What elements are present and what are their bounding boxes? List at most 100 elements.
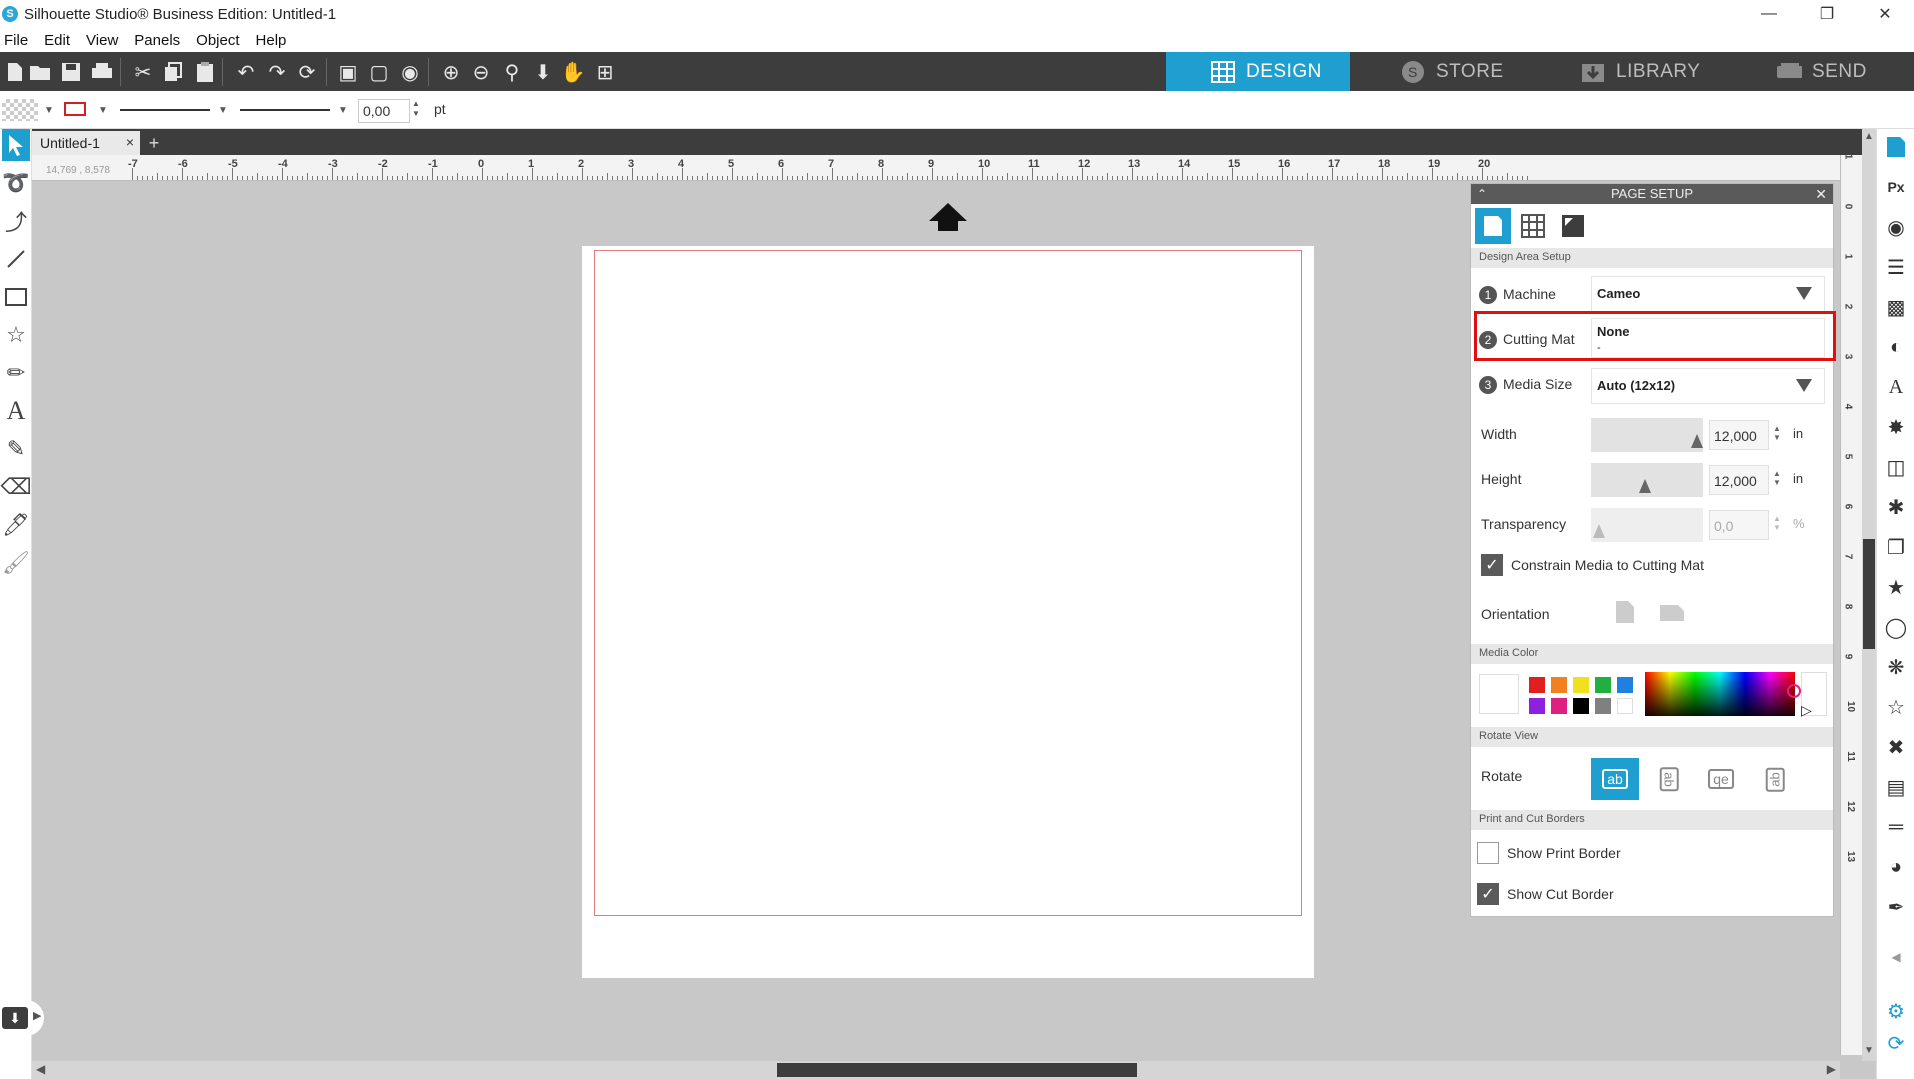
menu-object[interactable]: Object xyxy=(196,32,239,49)
color-swatch-pink[interactable] xyxy=(1551,698,1567,714)
edit-drawing-icon[interactable]: ✎ xyxy=(2,433,30,465)
cut-icon[interactable]: ✂ xyxy=(130,59,156,85)
favorites-star-icon[interactable]: ☆ xyxy=(1882,693,1910,721)
emboss-icon[interactable]: ✒ xyxy=(1882,893,1910,921)
scroll-up-icon[interactable]: ▲ xyxy=(1864,131,1874,142)
page-setup-icon[interactable] xyxy=(1882,133,1910,161)
horizontal-scrollbar[interactable]: ◀ ▶ xyxy=(32,1061,1840,1079)
line-width-stepper[interactable]: ▲ ▼ xyxy=(412,99,420,119)
edit-points-icon[interactable]: ⤴ xyxy=(2,205,30,237)
contrast-icon[interactable]: ◐ xyxy=(1882,333,1910,361)
sync-icon[interactable]: ⟳ xyxy=(1882,1029,1910,1057)
color-swatch-yellow[interactable] xyxy=(1573,677,1589,693)
pencil-tool-icon[interactable]: ✏ xyxy=(2,357,30,389)
ungroup-icon[interactable]: ▢ xyxy=(366,59,392,85)
color-picker-cursor-icon[interactable] xyxy=(1787,684,1801,698)
vertical-scroll-thumb[interactable] xyxy=(1863,539,1875,649)
line-color-swatch[interactable] xyxy=(64,102,86,116)
sketch-icon[interactable]: ✸ xyxy=(1882,413,1910,441)
tab-design[interactable]: DESIGN xyxy=(1166,52,1350,91)
layers-icon[interactable]: ▤ xyxy=(1882,773,1910,801)
rotate-90-button[interactable]: ab xyxy=(1645,758,1693,800)
lasso-tool-icon[interactable]: ➰ xyxy=(2,167,30,199)
document-tab[interactable]: Untitled-1 × xyxy=(32,131,140,155)
height-stepper[interactable]: ▲ ▼ xyxy=(1773,469,1781,487)
line-join-preview[interactable] xyxy=(240,109,330,111)
line-style-dropdown-icon[interactable]: ▼ xyxy=(218,105,228,116)
text-style-icon[interactable]: A xyxy=(1882,373,1910,401)
landscape-orientation-icon[interactable] xyxy=(1659,604,1685,625)
menu-view[interactable]: View xyxy=(86,32,118,49)
color-swatch-gray[interactable] xyxy=(1595,698,1611,714)
menu-edit[interactable]: Edit xyxy=(44,32,70,49)
paste-icon[interactable] xyxy=(192,59,218,85)
constrain-media-checkbox[interactable]: ✓ xyxy=(1481,554,1503,576)
fill-palette-icon[interactable]: ◉ xyxy=(1882,213,1910,241)
zoom-in-icon[interactable]: ⊕ xyxy=(438,59,464,85)
color-swatch-white[interactable] xyxy=(1617,698,1633,714)
maximize-icon[interactable]: ❐ xyxy=(1798,0,1856,28)
width-slider[interactable] xyxy=(1591,418,1703,452)
pixscan-icon[interactable]: Px xyxy=(1882,173,1910,201)
close-window-icon[interactable]: ✕ xyxy=(1856,0,1914,28)
line-tool-icon[interactable] xyxy=(2,243,30,275)
line-color-dropdown-icon[interactable]: ▼ xyxy=(98,105,108,116)
color-swatch-black[interactable] xyxy=(1573,698,1589,714)
eraser-tool-icon[interactable]: ⌫ xyxy=(0,471,31,503)
undo-icon[interactable]: ↶ xyxy=(233,59,259,85)
minimize-icon[interactable]: — xyxy=(1740,0,1798,28)
select-tool-icon[interactable] xyxy=(2,129,30,161)
knife-tool-icon[interactable]: 🖊 xyxy=(2,509,30,541)
close-tab-icon[interactable]: × xyxy=(126,134,134,150)
media-size-select[interactable]: Auto (12x12) xyxy=(1591,368,1825,404)
expand-arrow-icon[interactable]: ▶ xyxy=(33,1009,41,1022)
scroll-right-icon[interactable]: ▶ xyxy=(1827,1062,1836,1076)
tab-library[interactable]: LIBRARY xyxy=(1540,52,1730,91)
color-swatch-purple[interactable] xyxy=(1529,698,1545,714)
line-join-dropdown-icon[interactable]: ▼ xyxy=(338,105,348,116)
width-input[interactable]: 12,000 xyxy=(1709,420,1769,450)
globe-icon[interactable]: ◕ xyxy=(1882,853,1910,881)
tab-page-setup[interactable] xyxy=(1475,208,1511,244)
print-icon[interactable] xyxy=(89,59,115,85)
portrait-orientation-icon[interactable] xyxy=(1615,600,1635,627)
tab-background[interactable] xyxy=(1555,208,1591,244)
machine-select[interactable]: Cameo xyxy=(1591,276,1825,312)
transparency-input[interactable]: 0,0 xyxy=(1709,510,1769,540)
open-folder-icon[interactable] xyxy=(28,59,54,85)
scroll-left-icon[interactable]: ◀ xyxy=(36,1062,45,1076)
fill-pattern-icon[interactable]: ▩ xyxy=(1882,293,1910,321)
current-media-color-swatch[interactable] xyxy=(1479,674,1519,714)
fit-page-icon[interactable]: ⊞ xyxy=(592,59,618,85)
text-tool-icon[interactable]: A xyxy=(2,395,30,427)
fill-dropdown-icon[interactable]: ▼ xyxy=(44,105,54,116)
rotate-180-button[interactable]: qe xyxy=(1697,758,1745,800)
color-picker-expand-icon[interactable]: ▷ xyxy=(1801,702,1812,719)
transparency-stepper[interactable]: ▲ ▼ xyxy=(1773,514,1781,532)
tab-grid[interactable] xyxy=(1515,208,1551,244)
rectangle-tool-icon[interactable] xyxy=(2,281,30,313)
color-swatch-orange[interactable] xyxy=(1551,677,1567,693)
select-all-icon[interactable]: ◉ xyxy=(397,59,423,85)
offset-icon[interactable]: ◯ xyxy=(1882,613,1910,641)
move-down-icon[interactable]: ⬇ xyxy=(530,59,556,85)
line-style-preview[interactable] xyxy=(120,109,210,111)
library-drawer-toggle[interactable]: ⬇ ▶ xyxy=(0,1000,44,1036)
collapse-panel-arrow-icon[interactable]: ◀ xyxy=(1882,943,1910,971)
copy-icon[interactable] xyxy=(160,59,186,85)
eyedropper-tool-icon[interactable]: 🖌 xyxy=(2,547,30,579)
line-width-input[interactable]: 0,00 xyxy=(358,99,410,123)
pan-hand-icon[interactable]: ✋ xyxy=(560,59,586,85)
close-panel-icon[interactable]: ✕ xyxy=(1815,184,1827,204)
zoom-fit-icon[interactable]: ⚲ xyxy=(499,59,525,85)
save-icon[interactable] xyxy=(58,59,84,85)
zoom-out-icon[interactable]: ⊖ xyxy=(468,59,494,85)
group-icon[interactable]: ▣ xyxy=(335,59,361,85)
media-page[interactable] xyxy=(582,246,1314,978)
replicate-panel-icon[interactable]: ❐ xyxy=(1882,533,1910,561)
menu-help[interactable]: Help xyxy=(256,32,287,49)
add-tab-icon[interactable]: + xyxy=(144,133,164,153)
color-swatch-blue[interactable] xyxy=(1617,677,1633,693)
rotate-0-button[interactable]: ab xyxy=(1591,758,1639,800)
color-swatch-green[interactable] xyxy=(1595,677,1611,693)
